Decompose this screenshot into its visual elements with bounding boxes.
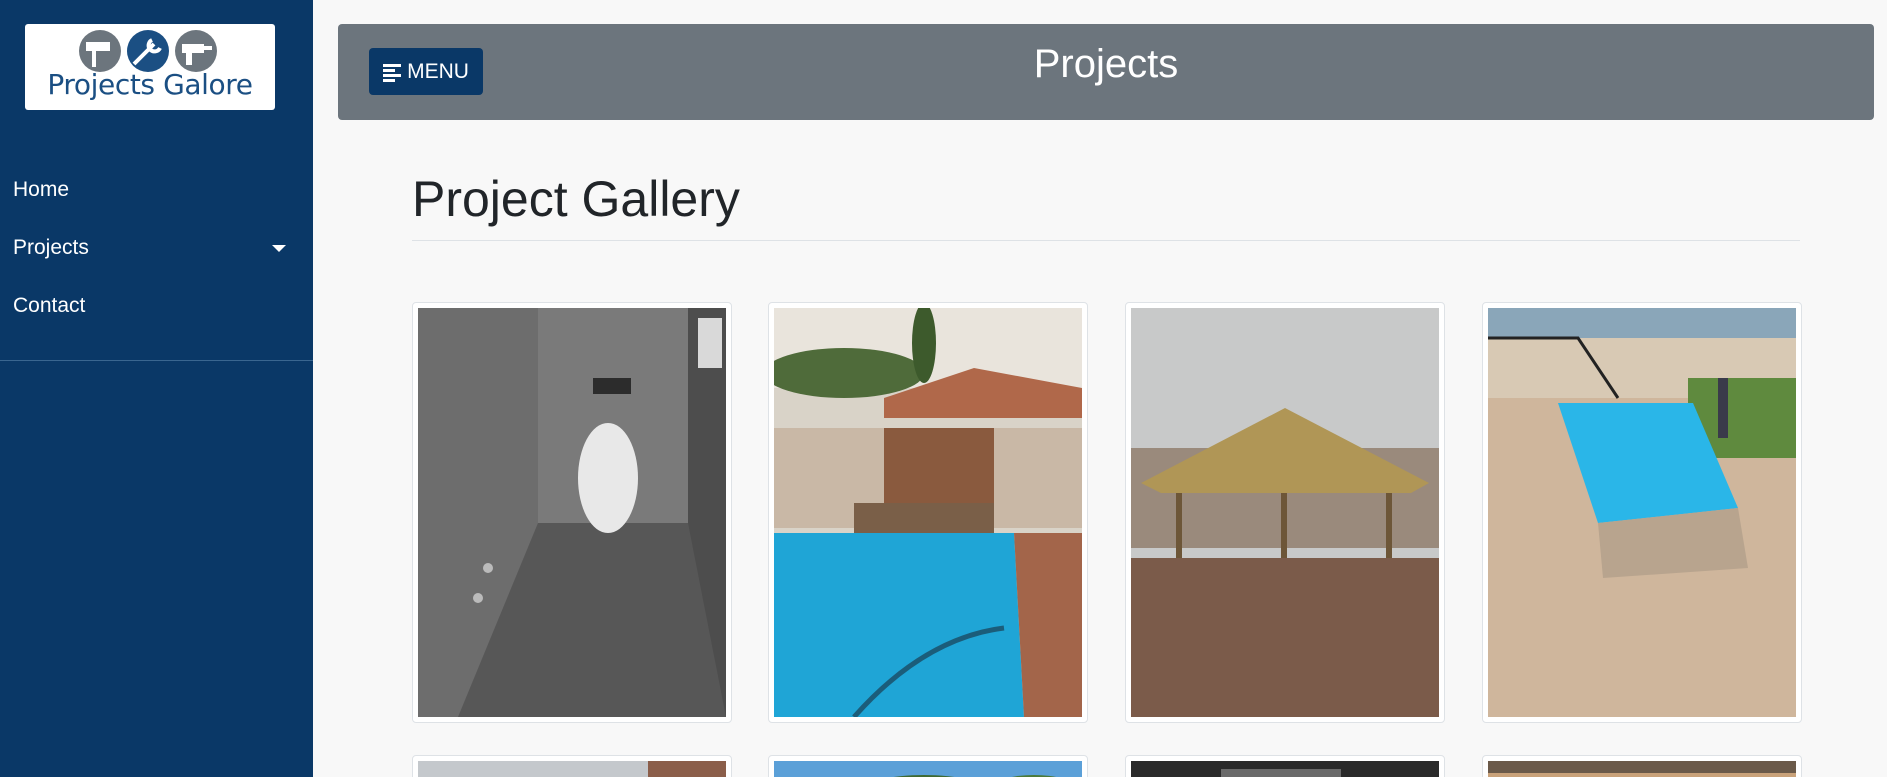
thatched-lapa-photo <box>1131 308 1439 717</box>
building-photo <box>418 761 726 777</box>
sidebar-nav: Home Projects Contact <box>0 161 313 335</box>
sidebar-item-contact[interactable]: Contact <box>0 277 313 335</box>
ceiling-photo <box>1131 761 1439 777</box>
pool-photo <box>774 308 1082 717</box>
lighting-photo <box>1488 761 1796 777</box>
page-header: MENU Projects <box>338 24 1874 120</box>
page-title: Projects <box>1033 42 1179 86</box>
gallery-thumbnail[interactable] <box>412 755 732 777</box>
sidebar-divider <box>0 360 313 361</box>
gallery-divider <box>412 240 1800 241</box>
site-logo[interactable]: Projects Galore <box>25 24 275 110</box>
gallery-thumbnail[interactable] <box>1482 755 1802 777</box>
gallery-thumbnail[interactable] <box>412 302 732 723</box>
pool-deck-photo <box>1488 308 1796 717</box>
gallery-thumbnail[interactable] <box>1482 302 1802 723</box>
sidebar: Projects Galore Home Projects Contact <box>0 0 313 777</box>
caret-down-icon <box>272 245 286 252</box>
trees-photo <box>774 761 1082 777</box>
sidebar-item-label: Contact <box>13 294 86 317</box>
gallery-thumbnail[interactable] <box>1125 302 1445 723</box>
logo-text: Projects Galore <box>47 68 253 101</box>
sidebar-item-label: Home <box>13 178 70 201</box>
sidebar-item-projects[interactable]: Projects <box>0 219 313 277</box>
gallery-thumbnail[interactable] <box>768 755 1088 777</box>
sidebar-item-home[interactable]: Home <box>0 161 313 219</box>
sidebar-item-label: Projects <box>13 236 89 259</box>
bathroom-photo <box>418 308 726 717</box>
gallery-title: Project Gallery <box>412 171 740 227</box>
gallery-thumbnail[interactable] <box>768 302 1088 723</box>
gallery-thumbnail[interactable] <box>1125 755 1445 777</box>
